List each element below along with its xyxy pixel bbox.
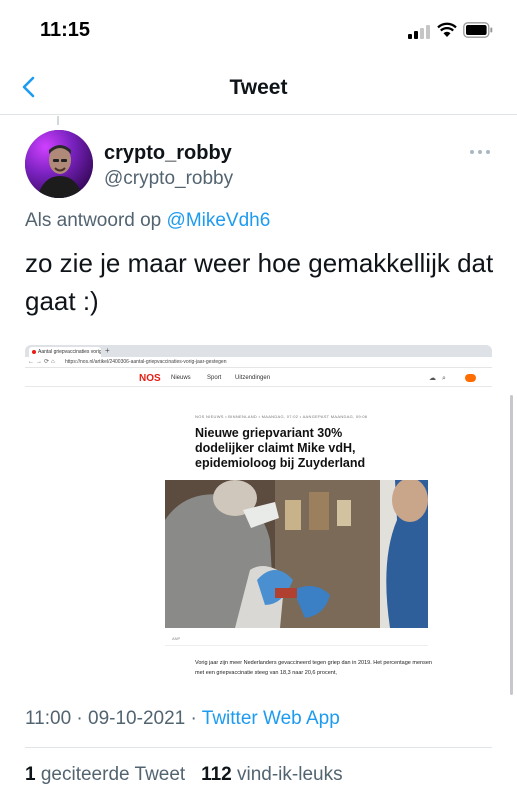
tweet-text: zo zie je maar weer hoe gemakkellijk dat… xyxy=(25,248,494,316)
quote-tweets-stat[interactable]: 1 geciteerde Tweet xyxy=(25,764,185,785)
browser-nav-icons: ←→⟳⌂ xyxy=(28,359,57,365)
tweet-timestamp: 11:00 · 09-10-2021 · Twitter Web App xyxy=(25,708,340,730)
cellular-signal-icon xyxy=(408,24,432,39)
nos-logo: NOS xyxy=(139,373,161,384)
status-bar: 11:15 xyxy=(0,0,517,60)
nos-nav-item: Nieuws xyxy=(171,375,191,381)
photo-caption: ANP xyxy=(172,636,181,641)
divider xyxy=(25,747,492,748)
likes-stat[interactable]: 112 vind-ik-leuks xyxy=(201,764,343,785)
reply-to-link[interactable]: @MikeVdh6 xyxy=(167,210,271,231)
article-headline: Nieuwe griepvariant 30% dodelijker claim… xyxy=(195,426,366,470)
tweet-time: 11:00 xyxy=(25,708,72,729)
engagement-stats: 1 geciteerde Tweet 112 vind-ik-leuks xyxy=(25,764,343,786)
status-time: 11:15 xyxy=(40,19,91,41)
navigation-bar: Tweet xyxy=(0,60,517,115)
quote-tweets-count: 1 xyxy=(25,764,36,785)
quote-tweets-label: geciteerde Tweet xyxy=(40,764,186,785)
browser-tab: Aantal griepvaccinaties vorig... xyxy=(29,347,101,357)
nos-header-icons: ☁⌕ xyxy=(429,375,452,382)
tweet-media-image[interactable]: Aantal griepvaccinaties vorig... + ←→⟳⌂ … xyxy=(25,345,492,690)
new-tab-icon: + xyxy=(105,346,110,355)
reply-context: Als antwoord op @MikeVdh6 xyxy=(25,210,270,232)
display-name[interactable]: crypto_robby xyxy=(104,142,232,165)
article-photo xyxy=(165,480,428,628)
tweet-source-link[interactable]: Twitter Web App xyxy=(202,708,340,729)
browser-url: https://nos.nl/artikel/2400306-aantal-gr… xyxy=(65,359,227,365)
scrollbar[interactable] xyxy=(510,395,513,695)
article-meta: NOS NIEUWS • BINNENLAND • MAANDAG, 07:02… xyxy=(195,414,368,419)
avatar[interactable] xyxy=(25,130,93,198)
browser-tab-strip: Aantal griepvaccinaties vorig... + xyxy=(25,345,492,357)
page-title: Tweet xyxy=(229,76,288,99)
nos-play-icon xyxy=(465,374,476,382)
article-body: Vorig jaar zijn meer Nederlanders gevacc… xyxy=(195,660,432,676)
user-handle[interactable]: @crypto_robby xyxy=(104,168,233,190)
more-dots-icon[interactable] xyxy=(470,146,492,158)
nos-site-header: NOS Nieuws Sport Uitzendingen ☁⌕ xyxy=(25,369,492,387)
caption-divider xyxy=(165,645,428,646)
battery-icon xyxy=(463,22,493,38)
likes-label: vind-ik-leuks xyxy=(237,764,343,785)
separator: · xyxy=(190,708,197,729)
nos-nav-item: Uitzendingen xyxy=(235,375,271,381)
nos-nav-item: Sport xyxy=(207,375,222,381)
browser-address-bar: ←→⟳⌂ https://nos.nl/artikel/2400306-aant… xyxy=(25,357,492,368)
separator: · xyxy=(76,708,83,729)
reply-prefix: Als antwoord op xyxy=(25,210,162,231)
tweet-date: 09-10-2021 xyxy=(88,708,186,729)
thread-connector-line xyxy=(57,116,59,125)
wifi-icon xyxy=(437,22,457,37)
likes-count: 112 xyxy=(201,764,232,785)
